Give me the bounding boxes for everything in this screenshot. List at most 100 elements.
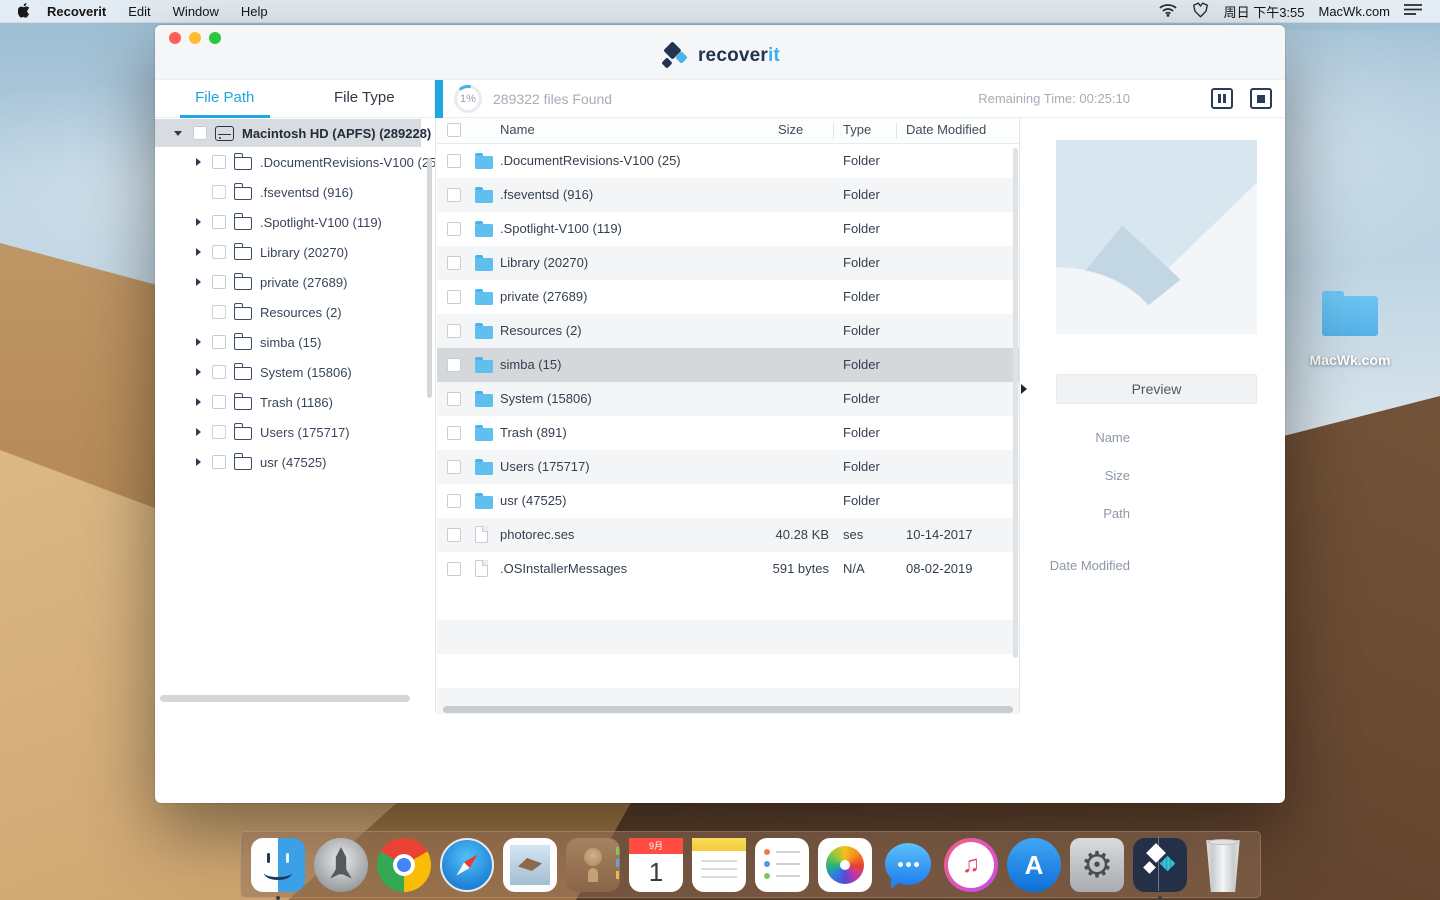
tab-file-type[interactable]: File Type [295,80,435,118]
dock-item[interactable] [818,838,872,892]
dock-item[interactable] [566,838,620,892]
table-row[interactable]: .fseventsd (916) Folder [437,178,1019,212]
tree-item-checkbox[interactable] [212,185,226,199]
pause-button[interactable] [1211,88,1233,109]
column-header-type[interactable]: Type [843,122,871,137]
tree-item[interactable]: .DocumentRevisions-V100 (25) [155,147,436,177]
table-row[interactable]: usr (47525) Folder [437,484,1019,518]
tree-item[interactable]: .fseventsd (916) [155,177,436,207]
table-row[interactable]: simba (15) Folder [437,348,1019,382]
row-checkbox[interactable] [447,290,461,304]
table-horizontal-scrollbar[interactable] [443,706,1013,713]
sidebar-vertical-scrollbar[interactable] [427,158,432,398]
table-row[interactable]: .Spotlight-V100 (119) Folder [437,212,1019,246]
expand-caret-icon[interactable] [196,158,201,166]
row-checkbox[interactable] [447,460,461,474]
dock-item[interactable] [1133,838,1187,892]
row-checkbox[interactable] [447,528,461,542]
column-header-date-modified[interactable]: Date Modified [906,122,986,137]
wifi-icon[interactable] [1159,3,1177,20]
fox-icon[interactable] [1191,1,1210,21]
expand-caret-icon[interactable] [196,338,201,346]
tree-item-checkbox[interactable] [212,275,226,289]
expand-caret-icon[interactable] [196,278,201,286]
table-row[interactable]: Users (175717) Folder [437,450,1019,484]
table-row[interactable]: photorec.ses 40.28 KB ses 10-14-2017 [437,518,1019,552]
row-checkbox[interactable] [447,324,461,338]
row-checkbox[interactable] [447,562,461,576]
tree-item-checkbox[interactable] [212,305,226,319]
apple-icon[interactable] [18,3,33,19]
table-row[interactable]: Resources (2) Folder [437,314,1019,348]
minimize-button[interactable] [189,32,201,44]
table-row[interactable]: private (27689) Folder [437,280,1019,314]
dock-item[interactable] [1007,838,1061,892]
table-row[interactable]: Library (20270) Folder [437,246,1019,280]
list-icon[interactable] [1404,3,1422,19]
row-checkbox[interactable] [447,426,461,440]
dock-item[interactable]: 9月 1 [629,838,683,892]
dock-item[interactable] [251,838,305,892]
dock-item[interactable] [503,838,557,892]
tree-item-checkbox[interactable] [212,215,226,229]
zoom-button[interactable] [209,32,221,44]
dock-item[interactable] [755,838,809,892]
collapse-panel-arrow-icon[interactable] [1021,384,1027,394]
tree-item[interactable]: .Spotlight-V100 (119) [155,207,436,237]
desktop-folder-icon[interactable] [1322,296,1378,336]
tree-item-checkbox[interactable] [212,425,226,439]
close-button[interactable] [169,32,181,44]
preview-button[interactable]: Preview [1056,374,1257,404]
row-checkbox[interactable] [447,494,461,508]
column-header-size[interactable]: Size [778,122,803,137]
row-checkbox[interactable] [447,222,461,236]
window-titlebar[interactable]: recoverit [155,25,1285,80]
row-checkbox[interactable] [447,392,461,406]
menu-item[interactable]: Edit [117,4,161,19]
dock-item[interactable] [1196,838,1250,892]
row-checkbox[interactable] [447,154,461,168]
expand-caret-icon[interactable] [196,428,201,436]
dock-item[interactable] [440,838,494,892]
tab-file-path[interactable]: File Path [155,80,295,118]
table-row[interactable]: Trash (891) Folder [437,416,1019,450]
tree-item[interactable]: private (27689) [155,267,436,297]
tree-item[interactable]: Trash (1186) [155,387,436,417]
tree-item[interactable]: usr (47525) [155,447,436,477]
table-row[interactable]: .DocumentRevisions-V100 (25) Folder [437,144,1019,178]
dock-item[interactable] [944,838,998,892]
row-checkbox[interactable] [447,188,461,202]
expand-caret-icon[interactable] [196,458,201,466]
tree-item-checkbox[interactable] [212,155,226,169]
tree-item-checkbox[interactable] [212,245,226,259]
column-header-name[interactable]: Name [500,122,535,137]
stop-button[interactable] [1250,88,1272,109]
tree-item[interactable]: Resources (2) [155,297,436,327]
dock-item[interactable] [1070,838,1124,892]
table-row[interactable]: .OSInstallerMessages 591 bytes N/A 08-02… [437,552,1019,586]
sidebar-horizontal-scrollbar[interactable] [160,695,410,702]
expand-caret-icon[interactable] [196,218,201,226]
dock-item[interactable] [314,838,368,892]
table-row[interactable]: System (15806) Folder [437,382,1019,416]
table-vertical-scrollbar[interactable] [1013,148,1018,658]
menu-item[interactable]: Window [162,4,230,19]
menu-item[interactable]: Recoverit [33,4,117,19]
tree-item[interactable]: Library (20270) [155,237,436,267]
tree-item-checkbox[interactable] [212,455,226,469]
dock-item[interactable] [377,838,431,892]
collapse-caret-icon[interactable] [174,131,182,136]
dock-item[interactable] [881,838,935,892]
expand-caret-icon[interactable] [196,368,201,376]
menu-clock[interactable]: 周日 下午3:55 [1224,2,1305,21]
select-all-checkbox[interactable] [447,123,461,137]
expand-caret-icon[interactable] [196,398,201,406]
tree-item-checkbox[interactable] [212,365,226,379]
tree-item-checkbox[interactable] [212,395,226,409]
menu-brand[interactable]: MacWk.com [1319,4,1391,19]
tree-item[interactable]: Users (175717) [155,417,436,447]
expand-caret-icon[interactable] [196,248,201,256]
menu-item[interactable]: Help [230,4,279,19]
desktop-folder-label[interactable]: MacWk.com [1288,352,1412,368]
tree-item[interactable]: simba (15) [155,327,436,357]
